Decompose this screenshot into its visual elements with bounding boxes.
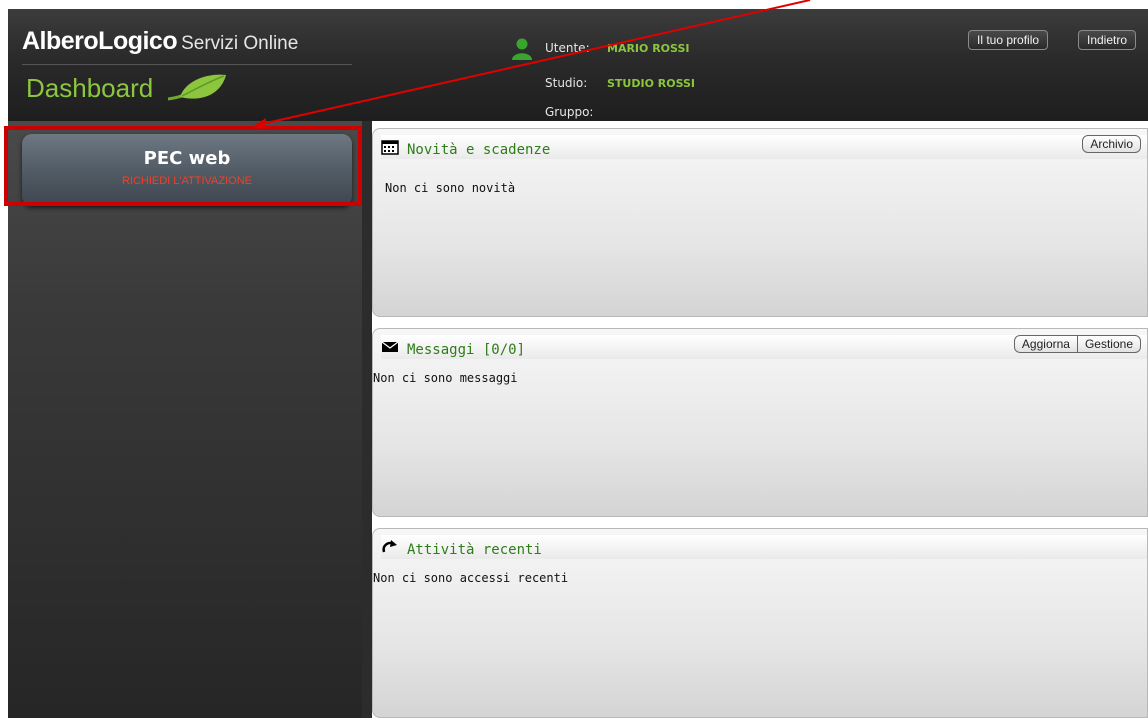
user-icon [512, 38, 532, 60]
news-panel-title: Novità e scadenze [407, 142, 551, 158]
gruppo-label: Gruppo: [545, 105, 594, 119]
sidebar [8, 121, 362, 718]
user-row: Utente: MARIO ROSSI [545, 41, 689, 55]
recent-panel-title: Attività recenti [407, 542, 542, 558]
recent-activity-panel: Attività recenti Non ci sono accessi rec… [372, 528, 1148, 718]
news-panel: Novità e scadenze Archivio Non ci sono n… [372, 128, 1148, 317]
pec-web-title: PEC web [143, 148, 231, 169]
messages-panel-body: Non ci sono messaggi [373, 371, 518, 385]
manage-button[interactable]: Gestione [1077, 335, 1141, 353]
user-value: MARIO ROSSI [607, 42, 690, 55]
recent-panel-body: Non ci sono accessi recenti [373, 571, 569, 585]
brand: AlberoLogico Servizi Online [22, 27, 298, 56]
brand-divider [22, 64, 352, 65]
news-panel-toolbar: Archivio [1082, 135, 1141, 153]
pec-web-service-button[interactable]: PEC web RICHIEDI L'ATTIVAZIONE [22, 134, 352, 206]
brand-subtitle: Servizi Online [181, 33, 299, 54]
studio-row: Studio: STUDIO ROSSI [545, 76, 695, 90]
section-title: Dashboard [26, 73, 154, 103]
messages-panel: Messaggi [0/0] Aggiorna Gestione Non ci … [372, 328, 1148, 517]
page: AlberoLogico Servizi Online Dashboard Ute… [0, 0, 1148, 718]
news-panel-body: Non ci sono novità [385, 181, 516, 195]
profile-button[interactable]: Il tuo profilo [968, 30, 1049, 50]
gruppo-row: Gruppo: [545, 105, 607, 119]
messages-panel-title: Messaggi [0/0] [407, 342, 526, 358]
studio-label: Studio: [545, 76, 588, 90]
user-label: Utente: [545, 41, 590, 55]
back-button[interactable]: Indietro [1078, 30, 1137, 50]
refresh-button[interactable]: Aggiorna [1013, 335, 1078, 353]
studio-value: STUDIO ROSSI [607, 77, 696, 90]
refresh-icon [382, 540, 397, 553]
leaf-icon [167, 74, 226, 101]
archive-button[interactable]: Archivio [1082, 135, 1141, 153]
app-header: AlberoLogico Servizi Online Dashboard Ute… [8, 9, 1148, 121]
activation-request-link[interactable]: RICHIEDI L'ATTIVAZIONE [22, 175, 352, 187]
messages-panel-toolbar: Aggiorna Gestione [1013, 335, 1141, 353]
panel-gutter [362, 121, 372, 718]
envelope-icon [381, 341, 399, 352]
brand-name: AlberoLogico [22, 27, 178, 55]
calendar-icon [381, 140, 399, 155]
